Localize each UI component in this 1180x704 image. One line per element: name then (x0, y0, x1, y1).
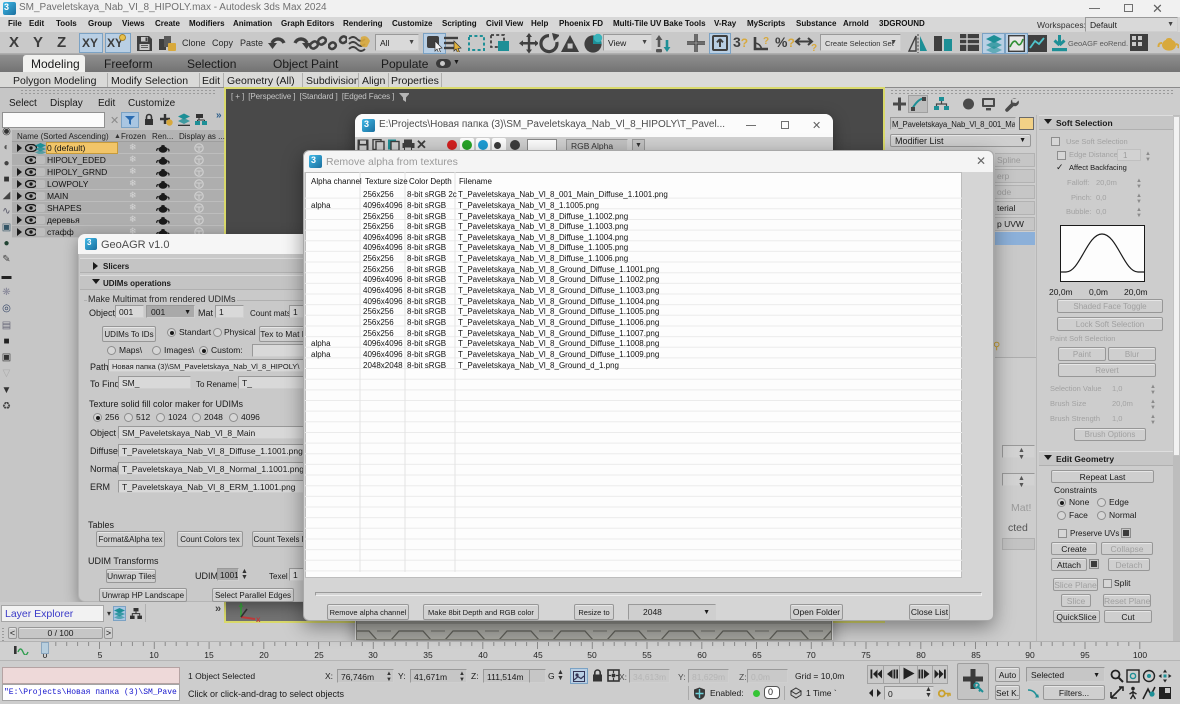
svg-text:?: ? (811, 43, 817, 52)
svg-text:x: x (256, 615, 261, 622)
svg-text:?: ? (763, 36, 769, 47)
